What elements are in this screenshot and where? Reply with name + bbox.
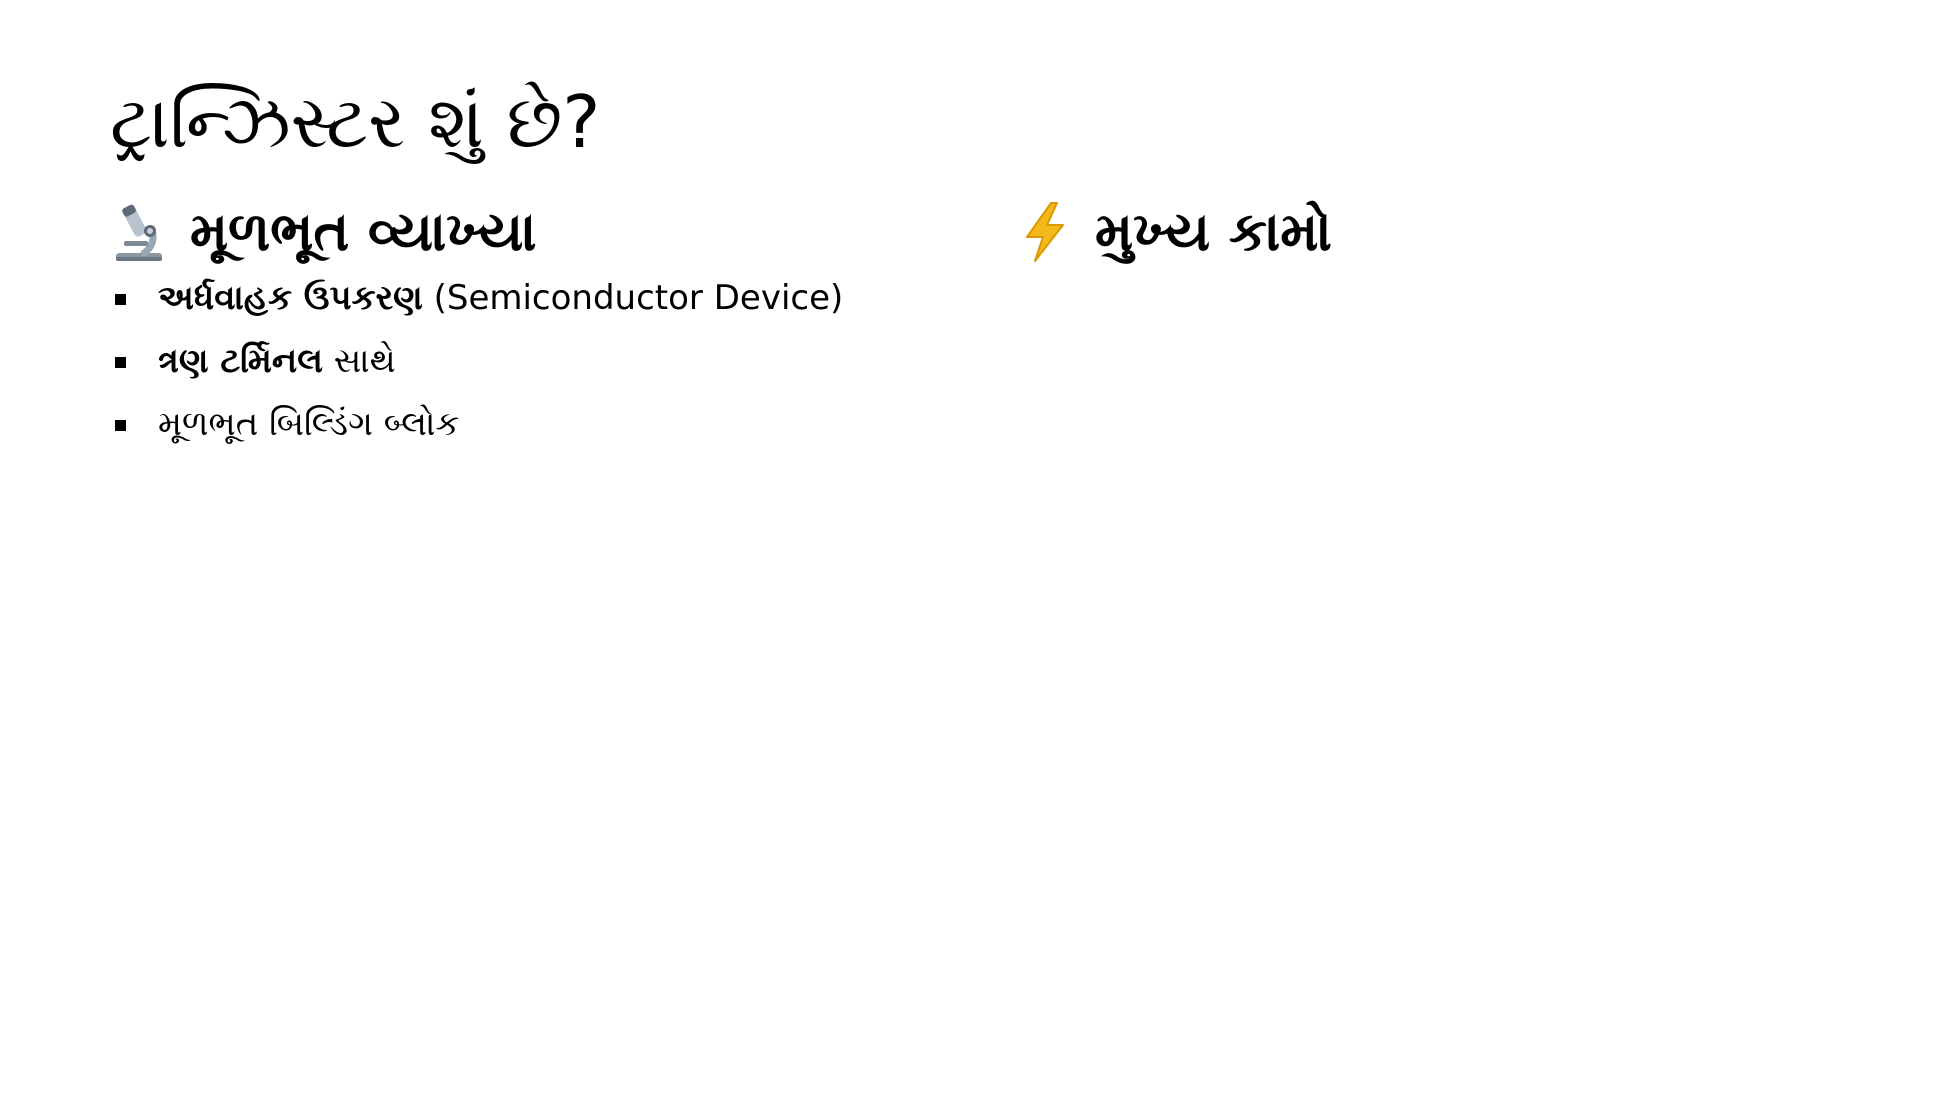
square-bullet-icon [115, 420, 126, 431]
slide: ટ્રાન્ઝિસ્ટર શું છે? મૂળભૂત વ્યાખ્યા અર્… [0, 0, 1960, 1104]
definition-list: અર્ધવાહક ઉપકરણ (Semiconductor Device) ત્… [110, 267, 843, 456]
square-bullet-icon [115, 357, 126, 368]
list-item-text: મૂળભૂત બિલ્ડિંગ બ્લોક [158, 404, 460, 444]
right-column-heading-text: મુખ્ય કામો [1095, 200, 1332, 263]
left-column-heading: મૂળભૂત વ્યાખ્યા [110, 195, 970, 269]
list-item-bold: અર્ધવાહક ઉપકરણ [158, 278, 423, 318]
left-column: મૂળભૂત વ્યાખ્યા અર્ધવાહક ઉપકરણ (Semicond… [110, 195, 970, 444]
list-item: અર્ધવાહક ઉપકરણ (Semiconductor Device) [110, 267, 843, 330]
list-item-text: (Semiconductor Device) [422, 278, 844, 318]
list-item-bold: ત્રણ ટર્મિનલ [158, 341, 323, 381]
microscope-icon [110, 199, 170, 265]
square-bullet-icon [115, 294, 126, 305]
list-item: મૂળભૂત બિલ્ડિંગ બ્લોક [110, 393, 843, 456]
lightning-icon [1015, 199, 1075, 265]
list-item-text: સાથે [322, 341, 396, 381]
left-column-heading-text: મૂળભૂત વ્યાખ્યા [190, 200, 537, 263]
slide-title: ટ્રાન્ઝિસ્ટર શું છે? [110, 80, 601, 164]
right-column-heading: મુખ્ય કામો [1015, 195, 1875, 269]
list-item: ત્રણ ટર્મિનલ સાથે [110, 330, 843, 393]
right-column: મુખ્ય કામો [1015, 195, 1875, 269]
